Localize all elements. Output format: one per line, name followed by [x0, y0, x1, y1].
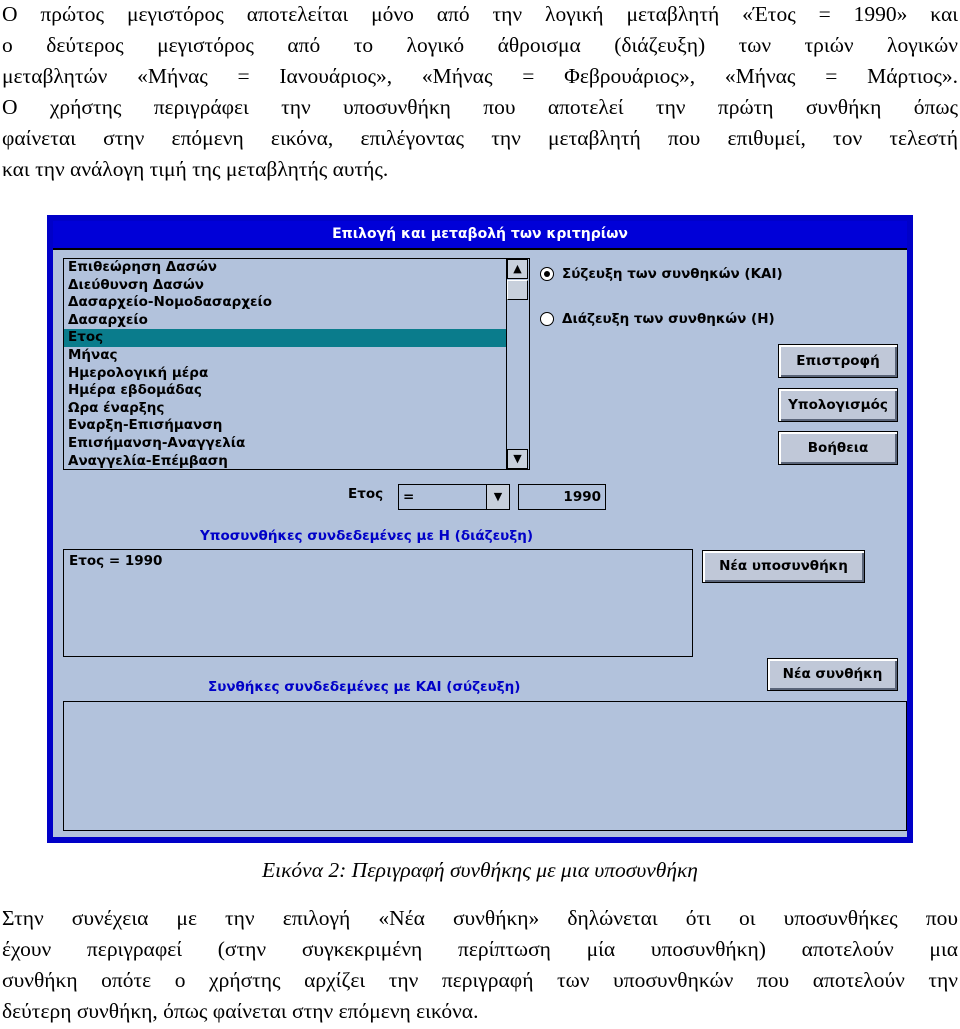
list-item[interactable]: Ετος — [64, 329, 529, 347]
operator-select[interactable]: = ▼ — [398, 484, 510, 510]
text-line: Ο χρήστης περιγράφει την υποσυνθήκη που … — [2, 95, 958, 119]
intro-paragraph: Ο πρώτος μεγιστόρος αποτελείται μόνο από… — [2, 0, 958, 185]
text-line: δεύτερη συνθήκη, όπως φαίνεται στην επόμ… — [2, 999, 479, 1023]
radio-unchecked-icon[interactable] — [540, 312, 554, 326]
list-item[interactable]: Αναγγελία-Επέμβαση — [64, 453, 529, 471]
radio-checked-icon[interactable] — [540, 267, 554, 281]
listbox-scrollbar[interactable]: ▲ ▼ — [506, 259, 529, 469]
list-item[interactable]: Δασαρχείο — [64, 312, 529, 330]
condition-variable-label: Ετος — [348, 486, 384, 502]
list-item[interactable]: Ημερολογική μέρα — [64, 365, 529, 383]
text-line: και την ανάλογη τιμή της μεταβλητής αυτή… — [2, 157, 389, 181]
list-item[interactable]: Διεύθυνση Δασών — [64, 277, 529, 295]
operator-value: = — [403, 489, 415, 505]
text-line: μεταβλητών «Μήνας = Ιανουάριος», «Μήνας … — [2, 64, 958, 88]
help-button[interactable]: Βοήθεια — [778, 431, 898, 465]
list-item[interactable]: Επιθεώρηση Δασών — [64, 259, 529, 277]
new-subcondition-button[interactable]: Νέα υποσυνθήκη — [702, 550, 865, 583]
list-item[interactable]: Ημέρα εβδομάδας — [64, 382, 529, 400]
scroll-down-arrow-icon[interactable]: ▼ — [507, 449, 528, 469]
text-line: Στην συνέχεια με την επιλογή «Νέα συνθήκ… — [2, 906, 958, 930]
or-conditions-label: Υποσυνθήκες συνδεδεμένες με Η (διάζευξη) — [200, 528, 534, 544]
scroll-thumb[interactable] — [507, 280, 528, 300]
figure-caption: Εικόνα 2: Περιγραφή συνθήκης με μια υποσ… — [262, 858, 698, 882]
outro-paragraph: Στην συνέχεια με την επιλογή «Νέα συνθήκ… — [2, 903, 958, 1027]
value-field[interactable]: 1990 — [518, 484, 606, 510]
dialog-title: Επιλογή και μεταβολή των κριτηρίων — [53, 221, 907, 250]
list-item[interactable]: Εναρξη-Επισήμανση — [64, 417, 529, 435]
radio-or[interactable]: Διάζευξη των συνθηκών (Η) — [540, 311, 775, 327]
list-item[interactable]: Ωρα έναρξης — [64, 400, 529, 418]
compute-button[interactable]: Υπολογισμός — [778, 388, 898, 422]
list-item[interactable]: Δασαρχείο-Νομοδασαρχείο — [64, 294, 529, 312]
radio-and-label: Σύζευξη των συνθηκών (ΚΑΙ) — [562, 266, 783, 282]
dropdown-arrow-icon[interactable]: ▼ — [486, 485, 509, 509]
new-condition-button[interactable]: Νέα συνθήκη — [767, 658, 898, 691]
and-conditions-label: Συνθήκες συνδεδεμένες με ΚΑΙ (σύζευξη) — [208, 679, 521, 695]
or-conditions-box[interactable]: Ετος = 1990 — [63, 549, 693, 657]
radio-or-label: Διάζευξη των συνθηκών (Η) — [562, 311, 775, 327]
text-line: φαίνεται στην επόμενη εικόνα, επιλέγοντα… — [2, 126, 958, 150]
variable-listbox[interactable]: Επιθεώρηση Δασών Διεύθυνση Δασών Δασαρχείο… — [63, 258, 530, 470]
text-line: ο δεύτερος μεγιστόρος από το λογικό άθρο… — [2, 33, 958, 57]
radio-and[interactable]: Σύζευξη των συνθηκών (ΚΑΙ) — [540, 266, 783, 282]
text-line: έχουν περιγραφεί (στην συγκεκριμένη περί… — [2, 937, 958, 961]
text-line: συνθήκη οπότε ο χρήστης αρχίζει την περι… — [2, 968, 958, 992]
scroll-up-arrow-icon[interactable]: ▲ — [507, 259, 528, 279]
text-line: Ο πρώτος μεγιστόρος αποτελείται μόνο από… — [2, 2, 958, 26]
list-item[interactable]: Επισήμανση-Αναγγελία — [64, 435, 529, 453]
criteria-dialog: Επιλογή και μεταβολή των κριτηρίων Επιθε… — [47, 215, 913, 843]
and-conditions-box[interactable] — [63, 701, 907, 831]
list-item[interactable]: Μήνας — [64, 347, 529, 365]
return-button[interactable]: Επιστροφή — [778, 344, 898, 378]
